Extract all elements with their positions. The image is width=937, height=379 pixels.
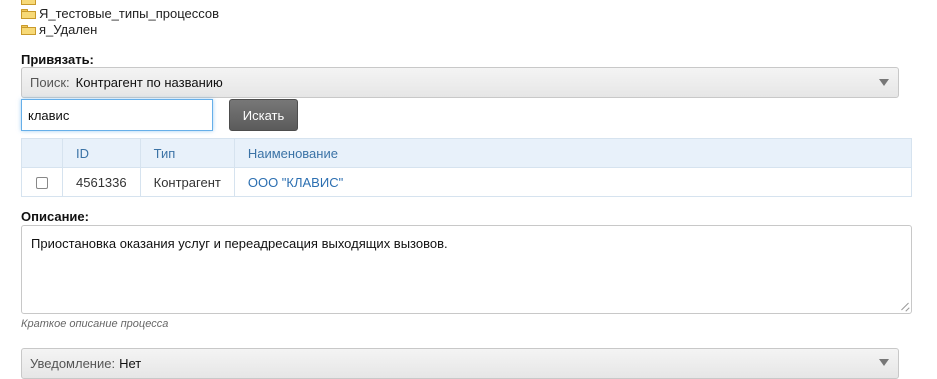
row-name-cell: ООО "КЛАВИС" — [233, 167, 913, 197]
search-input[interactable] — [21, 99, 213, 131]
table-row: 4561336 Контрагент ООО "КЛАВИС" — [21, 167, 913, 197]
description-textarea[interactable]: Приостановка оказания услуг и переадреса… — [21, 225, 912, 314]
notification-value: Нет — [119, 356, 142, 371]
tree-item-test-process-types[interactable]: Я_тестовые_типы_процессов — [21, 5, 219, 21]
tree-item-deleted[interactable]: я_Удален — [21, 21, 97, 37]
search-prefix: Поиск: — [30, 75, 70, 90]
description-text: Приостановка оказания услуг и переадреса… — [31, 236, 448, 251]
table-header-row: ID Тип Наименование — [21, 138, 913, 168]
column-id[interactable]: ID — [62, 138, 141, 168]
row-checkbox[interactable] — [36, 177, 48, 190]
row-name-link[interactable]: ООО "КЛАВИС" — [248, 175, 343, 190]
bind-label: Привязать: — [21, 52, 94, 67]
search-button[interactable]: Искать — [229, 99, 298, 131]
search-type-select[interactable]: Поиск: Контрагент по названию — [21, 67, 899, 98]
row-type: Контрагент — [139, 167, 235, 197]
tree-item-label: я_Удален — [39, 21, 98, 37]
notification-select[interactable]: Уведомление: Нет — [21, 348, 899, 379]
folder-icon — [21, 8, 36, 19]
resize-grip-icon[interactable] — [901, 303, 909, 311]
tree-item-label: Я_тестовые_типы_процессов — [39, 5, 220, 21]
folder-icon — [21, 0, 36, 5]
notification-label: Уведомление: — [30, 356, 116, 371]
row-id: 4561336 — [62, 167, 141, 197]
description-label: Описание: — [21, 209, 89, 224]
column-type[interactable]: Тип — [139, 138, 235, 168]
folder-icon — [21, 24, 36, 35]
chevron-down-icon — [879, 79, 889, 86]
column-select — [21, 138, 63, 168]
row-select-cell — [21, 167, 63, 197]
results-table: ID Тип Наименование 4561336 Контрагент О… — [21, 138, 913, 197]
search-type-value: Контрагент по названию — [75, 75, 223, 90]
description-hint: Краткое описание процесса — [21, 318, 169, 330]
column-name[interactable]: Наименование — [233, 138, 913, 168]
